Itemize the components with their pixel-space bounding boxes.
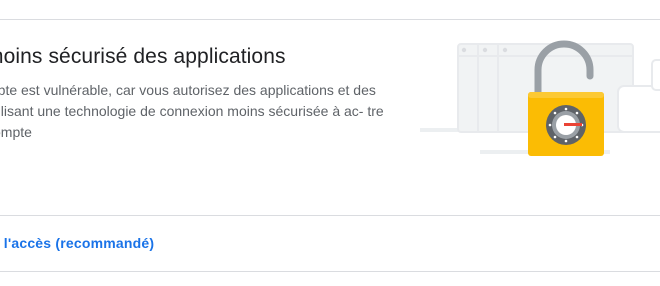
window-dot-3 <box>502 47 508 53</box>
disable-access-link[interactable]: er l'accès (recommandé) <box>0 235 154 251</box>
window-dot-2 <box>482 47 488 53</box>
device-right <box>617 85 660 133</box>
section-description-text: mpte est vulnérable, car vous autorisez … <box>0 82 384 140</box>
section-description: mpte est vulnérable, car vous autorisez … <box>0 80 396 143</box>
padlock-open-icon <box>420 40 660 156</box>
lock-dial-needle <box>564 123 582 126</box>
top-divider <box>0 19 660 20</box>
device-right-top <box>651 59 660 91</box>
section-title: moins sécurisé des applications <box>0 45 286 68</box>
padlock-illustration <box>420 40 660 170</box>
middle-divider <box>0 215 660 216</box>
lock-body-top <box>528 92 604 98</box>
window-dot-1 <box>461 47 467 53</box>
less-secure-apps-card: moins sécurisé des applications mpte est… <box>0 0 660 286</box>
bottom-divider <box>0 271 660 272</box>
